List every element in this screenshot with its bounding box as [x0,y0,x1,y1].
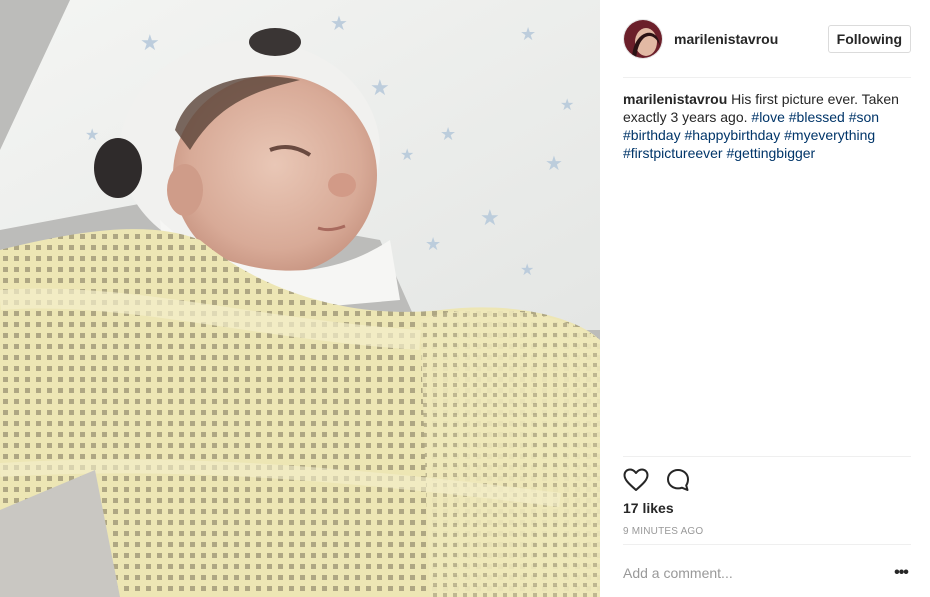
comment-button[interactable] [665,467,691,493]
svg-text:★: ★ [560,95,574,114]
svg-text:★: ★ [480,206,500,231]
author-avatar[interactable] [623,19,663,59]
add-comment-input[interactable] [623,565,891,581]
post-timestamp[interactable]: 9 MINUTES AGO [623,526,703,537]
post-caption: marilenistavrou His first picture ever. … [623,90,911,162]
post-details-panel: marilenistavrou Following marilenistavro… [600,0,930,597]
likes-count[interactable]: 17 likes [623,500,674,516]
svg-text:★: ★ [440,124,456,145]
header-divider [623,77,911,78]
hashtag-birthday[interactable]: #birthday [623,127,681,143]
add-comment-row: ••• [623,558,911,588]
hashtag-gettingbigger[interactable]: #gettingbigger [726,145,815,161]
hashtag-son[interactable]: #son [849,109,879,125]
author-username[interactable]: marilenistavrou [674,31,778,47]
comment-bubble-icon [667,469,689,491]
caption-username[interactable]: marilenistavrou [623,91,727,107]
svg-text:★: ★ [425,234,441,255]
instagram-post: ★ ★ ★ ★ ★ ★ ★ ★ ★ ★ ★ ★ marilenistavrou … [0,0,930,597]
hashtag-love[interactable]: #love [751,109,784,125]
comment-divider [623,544,911,545]
svg-text:★: ★ [140,31,160,56]
svg-text:★: ★ [400,145,414,164]
hashtag-happybirthday[interactable]: #happybirthday [684,127,780,143]
svg-text:★: ★ [520,260,534,279]
hashtag-firstpictureever[interactable]: #firstpictureever [623,145,723,161]
actions-divider [623,456,911,457]
svg-text:★: ★ [520,24,536,45]
svg-text:★: ★ [330,11,348,35]
post-photo[interactable]: ★ ★ ★ ★ ★ ★ ★ ★ ★ ★ ★ ★ [0,0,600,597]
like-button[interactable] [623,467,649,493]
hashtag-myeverything[interactable]: #myeverything [784,127,875,143]
heart-outline-icon [623,468,649,491]
profile-avatar-icon [624,20,662,58]
svg-text:★: ★ [370,76,390,101]
post-header: marilenistavrou Following [623,17,911,61]
more-options-button[interactable]: ••• [891,563,911,583]
svg-text:★: ★ [545,151,563,175]
following-button[interactable]: Following [827,25,911,53]
svg-text:★: ★ [85,125,99,144]
post-photo-illustration: ★ ★ ★ ★ ★ ★ ★ ★ ★ ★ ★ ★ [0,0,600,597]
post-actions [623,467,707,493]
hashtag-blessed[interactable]: #blessed [789,109,845,125]
